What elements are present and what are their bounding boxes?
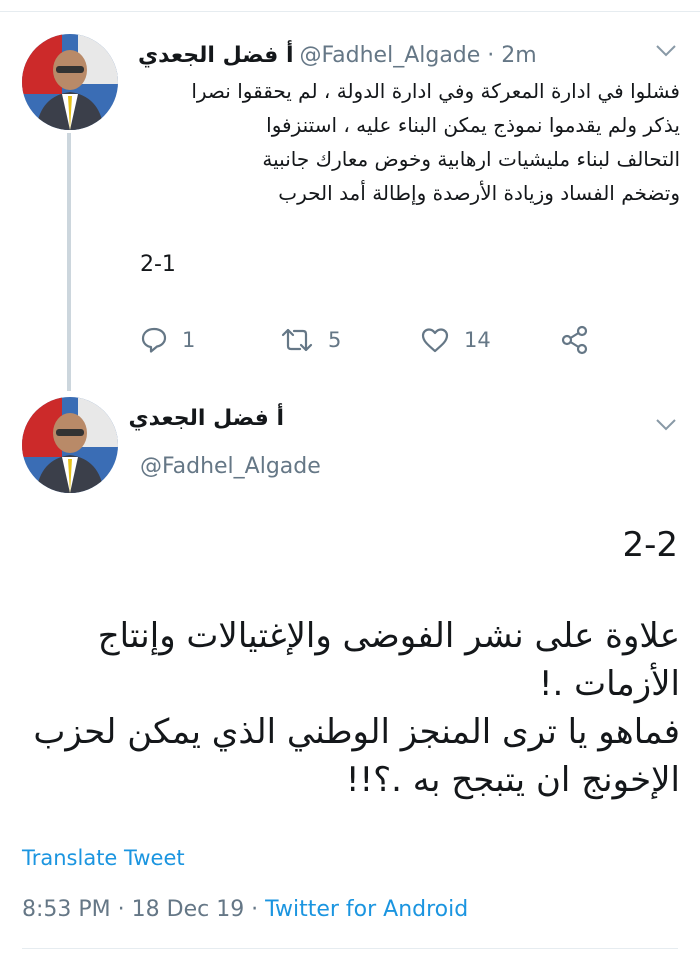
handle-text: @Fadhel_Algade (299, 42, 481, 68)
avatar[interactable] (22, 34, 118, 130)
top-divider (0, 11, 700, 12)
tweet-source-link[interactable]: Twitter for Android (265, 897, 468, 922)
retweet-count: 5 (328, 328, 342, 352)
tweet2-line-3: فماهو يا ترى المنجز الوطني الذي يمكن لحز… (33, 712, 680, 752)
tweet2-line-1: علاوة على نشر الفوضى والإغتيالات وإنتاج (97, 616, 680, 656)
author-name[interactable]: أ فضل الجعدي (128, 406, 284, 431)
thread-connector (67, 133, 71, 391)
tweet1-actions: 1 5 14 (140, 320, 600, 360)
thread-label: 2-1 (140, 252, 176, 277)
bottom-divider (22, 948, 678, 949)
translate-tweet-link[interactable]: Translate Tweet (22, 846, 185, 870)
tweet-thread-page: أ فضل الجعدي @Fadhel_Algade · 2m فشلوا ف… (0, 0, 700, 967)
chevron-down-icon[interactable] (655, 44, 677, 58)
retweet-icon (281, 328, 313, 352)
tweet-timestamp: 8:53 PM · 18 Dec 19 · Twitter for Androi… (22, 897, 468, 922)
tweet1-text: فشلوا في ادارة المعركة وفي ادارة الدولة … (140, 74, 680, 210)
like-count: 14 (464, 328, 491, 352)
tweet2-text: علاوة على نشر الفوضى والإغتيالات وإنتاج … (20, 612, 680, 804)
share-icon (561, 325, 588, 355)
tweet1-line-1: فشلوا في ادارة المعركة وفي ادارة الدولة … (191, 79, 680, 103)
retweet-button[interactable]: 5 (280, 320, 341, 360)
author-name[interactable]: أ فضل الجعدي (138, 43, 294, 68)
relative-time[interactable]: 2m (501, 43, 536, 68)
like-button[interactable]: 14 (420, 320, 491, 360)
separator: · (480, 42, 502, 68)
tweet1-line-3: التحالف لبناء مليشيات ارهابية وخوض معارك… (262, 147, 680, 171)
reply-button[interactable]: 1 (140, 320, 195, 360)
separator: · (244, 897, 266, 922)
reply-count: 1 (182, 328, 196, 352)
avatar[interactable] (22, 397, 118, 493)
heart-icon (421, 328, 449, 353)
tweet1-line-4: وتضخم الفساد وزيادة الأرصدة وإطالة أمد ا… (278, 181, 680, 205)
avatar-photo-icon (22, 34, 118, 130)
tweet-time: 8:53 PM (22, 897, 111, 922)
tweet1-header: أ فضل الجعدي @Fadhel_Algade · 2m (138, 38, 648, 72)
chevron-down-icon[interactable] (655, 418, 677, 432)
reply-icon (141, 327, 167, 353)
tweet1-line-2: يذكر ولم يقدموا نموذج يمكن البناء عليه ،… (266, 113, 680, 137)
thread-label: 2-2 (622, 525, 678, 565)
tweet2-line-2: الأزمات .! (538, 664, 680, 704)
tweet-date: 18 Dec 19 (131, 897, 245, 922)
share-button[interactable] (560, 320, 590, 360)
author-handle: @Fadhel_Algade · 2m (300, 43, 537, 68)
avatar-photo-icon (22, 397, 118, 493)
separator: · (110, 897, 132, 922)
tweet2-line-4: الإخونج ان يتبجح به .؟!! (345, 760, 680, 800)
author-handle[interactable]: @Fadhel_Algade (140, 454, 321, 479)
